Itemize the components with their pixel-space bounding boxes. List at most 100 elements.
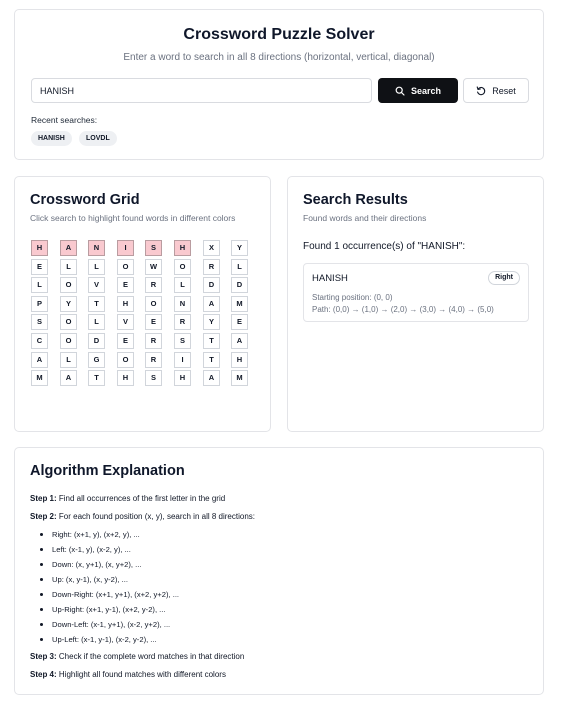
grid-cell: O <box>60 314 77 330</box>
algorithm-step-1: Step 1: Find all occurrences of the firs… <box>30 494 226 503</box>
grid-cell: L <box>231 259 248 275</box>
grid-cell: H <box>231 352 248 368</box>
search-input[interactable] <box>31 78 372 103</box>
grid-cell: D <box>231 277 248 293</box>
result-start-position: Starting position: (0, 0) <box>312 293 393 302</box>
grid-cell: I <box>117 240 134 256</box>
grid-cell: N <box>174 296 191 312</box>
direction-list-item: Down-Right: (x+1, y+1), (x+2, y+2), ... <box>40 590 179 599</box>
grid-panel-title: Crossword Grid <box>30 192 140 208</box>
grid-cell: C <box>31 333 48 349</box>
recent-search-chip[interactable]: HANISH <box>31 131 72 146</box>
bullet-icon <box>40 637 43 641</box>
reset-icon <box>476 85 486 95</box>
grid-cell: L <box>88 259 105 275</box>
grid-cell: E <box>145 314 162 330</box>
grid-cell: D <box>203 277 220 293</box>
grid-cell: Y <box>60 296 77 312</box>
grid-panel-subtitle: Click search to highlight found words in… <box>30 213 236 223</box>
grid-cell: H <box>117 296 134 312</box>
grid-cell: L <box>60 352 77 368</box>
bullet-icon <box>40 532 43 536</box>
grid-cell: R <box>145 352 162 368</box>
grid-cell: A <box>60 370 77 386</box>
grid-cell: G <box>88 352 105 368</box>
direction-list-item: Down-Left: (x-1, y+1), (x-2, y+2), ... <box>40 620 170 629</box>
grid-cell: O <box>60 277 77 293</box>
grid-cell: R <box>203 259 220 275</box>
crossword-grid-panel: Crossword Grid Click search to highlight… <box>14 176 271 432</box>
bullet-icon <box>40 562 43 566</box>
grid-cell: T <box>203 352 220 368</box>
direction-list-item: Up-Right: (x+1, y-1), (x+2, y-2), ... <box>40 605 166 614</box>
grid-cell: L <box>88 314 105 330</box>
direction-list-item: Left: (x-1, y), (x-2, y), ... <box>40 545 131 554</box>
grid-cell: H <box>31 240 48 256</box>
found-count-text: Found 1 occurrence(s) of "HANISH": <box>303 241 466 252</box>
direction-list-item: Up-Left: (x-1, y-1), (x-2, y-2), ... <box>40 635 157 644</box>
recent-search-chip[interactable]: LOVDL <box>79 131 117 146</box>
grid-cell: A <box>60 240 77 256</box>
grid-cell: S <box>31 314 48 330</box>
bullet-icon <box>40 577 43 581</box>
grid-cell: W <box>145 259 162 275</box>
algorithm-step-4: Step 4: Highlight all found matches with… <box>30 670 226 679</box>
grid-cell: E <box>31 259 48 275</box>
grid-cell: V <box>88 277 105 293</box>
grid-cell: Y <box>231 240 248 256</box>
results-panel-subtitle: Found words and their directions <box>303 213 427 223</box>
grid-cell: T <box>88 296 105 312</box>
search-button-label: Search <box>410 85 442 96</box>
page-subtitle: Enter a word to search in all 8 directio… <box>123 52 435 63</box>
grid-cell: S <box>174 333 191 349</box>
algorithm-panel: Algorithm Explanation Step 1: Find all o… <box>14 447 544 695</box>
search-icon <box>395 86 405 96</box>
grid-cell: H <box>174 240 191 256</box>
grid-cell: X <box>203 240 220 256</box>
grid-cell: M <box>31 370 48 386</box>
page-title: Crossword Puzzle Solver <box>183 26 375 43</box>
bullet-icon <box>40 547 43 551</box>
grid-cell: O <box>117 352 134 368</box>
grid-cell: L <box>174 277 191 293</box>
grid-cell: A <box>231 333 248 349</box>
reset-button-label: Reset <box>492 85 516 96</box>
search-panel: Crossword Puzzle Solver Enter a word to … <box>14 9 544 160</box>
result-item: HANISH Right Starting position: (0, 0) P… <box>303 263 529 322</box>
direction-list-item: Right: (x+1, y), (x+2, y), ... <box>40 530 140 539</box>
grid-cell: L <box>60 259 77 275</box>
grid-cell: H <box>174 370 191 386</box>
direction-list-item: Up: (x, y-1), (x, y-2), ... <box>40 575 128 584</box>
grid-cell: V <box>117 314 134 330</box>
direction-list-item: Down: (x, y+1), (x, y+2), ... <box>40 560 141 569</box>
grid-cell: O <box>117 259 134 275</box>
algorithm-step-2: Step 2: For each found position (x, y), … <box>30 512 255 521</box>
grid-cell: A <box>31 352 48 368</box>
grid-cell: N <box>88 240 105 256</box>
grid-cell: S <box>145 240 162 256</box>
grid-cell: O <box>174 259 191 275</box>
results-panel-title: Search Results <box>303 192 408 208</box>
grid-cell: M <box>231 370 248 386</box>
reset-button[interactable]: Reset <box>463 78 529 103</box>
grid-cell: S <box>145 370 162 386</box>
grid-cell: E <box>117 333 134 349</box>
search-results-panel: Search Results Found words and their dir… <box>287 176 544 432</box>
bullet-icon <box>40 592 43 596</box>
grid-cell: I <box>174 352 191 368</box>
grid-cell: O <box>60 333 77 349</box>
grid-cell: R <box>145 277 162 293</box>
grid-cell: M <box>231 296 248 312</box>
grid-cell: A <box>203 370 220 386</box>
direction-badge: Right <box>488 271 520 285</box>
grid-cell: E <box>117 277 134 293</box>
bullet-icon <box>40 622 43 626</box>
grid-cell: D <box>88 333 105 349</box>
grid-cell: R <box>174 314 191 330</box>
grid-cell: L <box>31 277 48 293</box>
algorithm-title: Algorithm Explanation <box>30 463 185 479</box>
grid-cell: O <box>145 296 162 312</box>
search-button[interactable]: Search <box>378 78 458 103</box>
result-path: Path: (0,0) → (1,0) → (2,0) → (3,0) → (4… <box>312 305 494 314</box>
grid-cell: R <box>145 333 162 349</box>
